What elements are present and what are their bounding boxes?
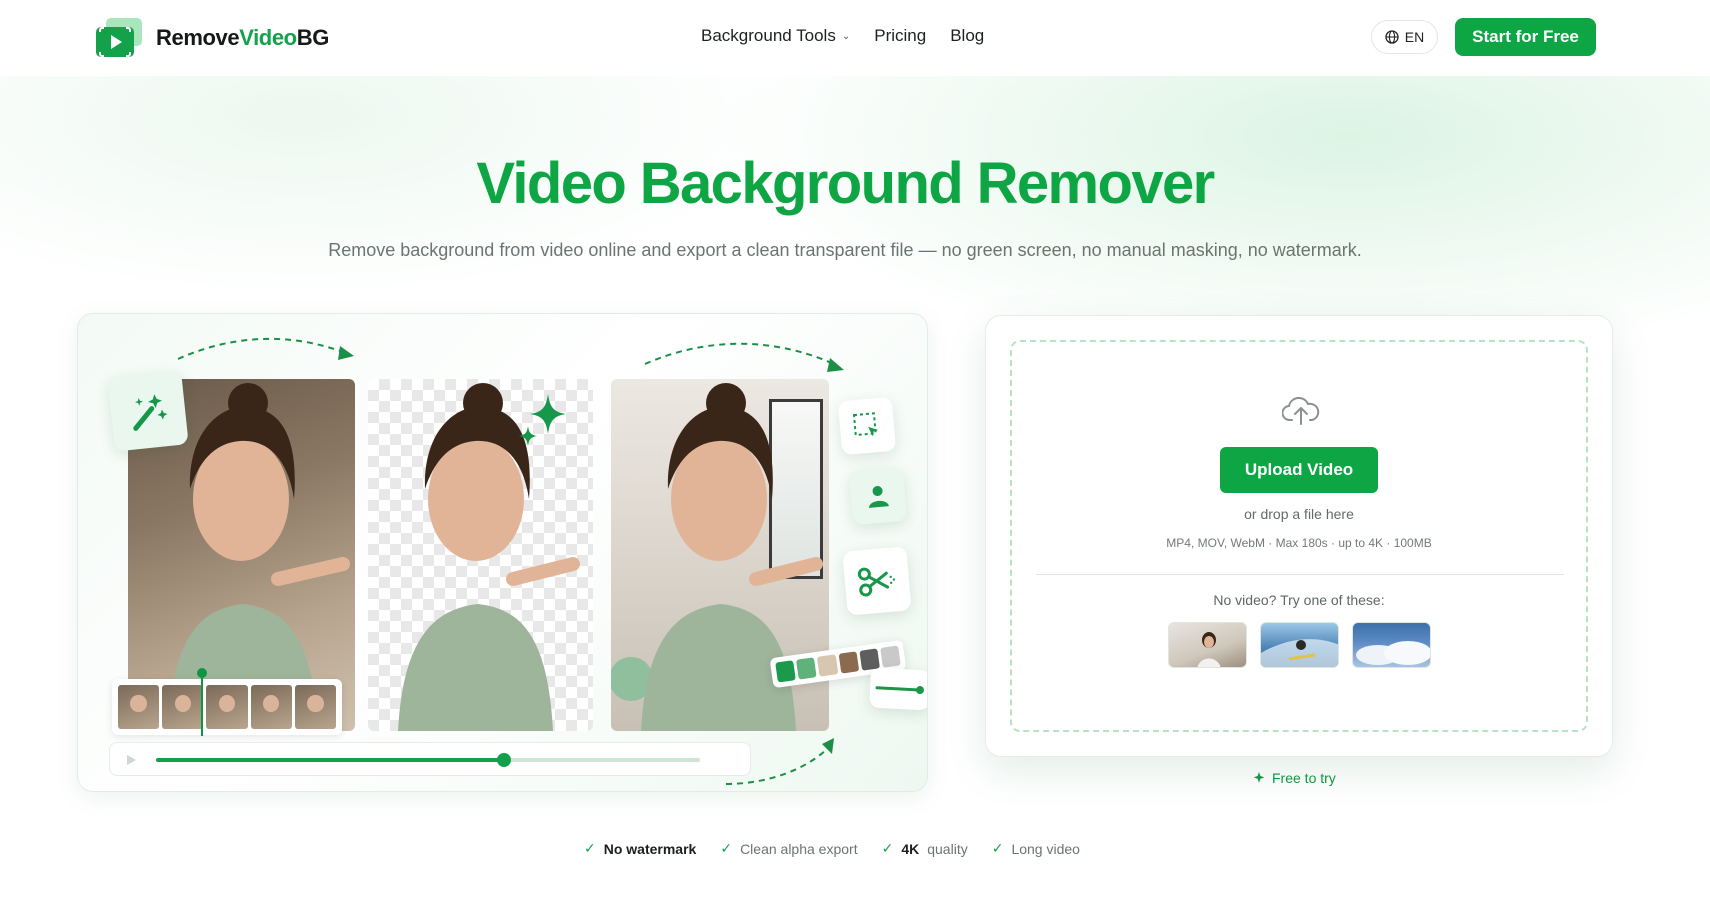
start-for-free-button[interactable]: Start for Free — [1455, 18, 1596, 56]
logo-video-icon — [96, 18, 146, 58]
brand-logo[interactable]: RemoveVideoBG — [96, 18, 329, 58]
feature-text: quality — [927, 840, 968, 857]
sample-video-clouds[interactable] — [1352, 622, 1431, 668]
samples-prompt: No video? Try one of these: — [1213, 592, 1385, 608]
page-title: Video Background Remover — [476, 151, 1215, 216]
file-dropzone[interactable]: Upload Video or drop a file here MP4, MO… — [1010, 340, 1588, 732]
select-region-icon — [852, 412, 879, 437]
upload-card: Upload Video or drop a file here MP4, MO… — [985, 315, 1613, 757]
nav-blog[interactable]: Blog — [950, 26, 984, 46]
person-badge — [848, 466, 908, 526]
language-selector[interactable]: EN — [1371, 20, 1438, 54]
drop-hint: or drop a file here — [1244, 506, 1354, 522]
main-nav: Background Tools ⌄ Pricing Blog — [701, 26, 984, 46]
nav-background-tools[interactable]: Background Tools ⌄ — [701, 26, 850, 46]
check-icon: ✓ — [720, 840, 733, 856]
timeline-knob — [496, 753, 511, 767]
feature-item: ✓ Clean alpha export — [720, 840, 857, 857]
playback-timeline — [109, 742, 751, 776]
playhead — [197, 668, 207, 736]
brand-name: RemoveVideoBG — [156, 25, 329, 50]
scissors-badge — [842, 546, 912, 616]
nav-pricing[interactable]: Pricing — [874, 26, 926, 46]
feature-bold: 4K — [901, 840, 920, 857]
feature-list: ✓ No watermark ✓ Clean alpha export ✓ 4K… — [584, 840, 1080, 857]
feature-item: ✓ Long video — [992, 840, 1080, 857]
feature-text: Clean alpha export — [740, 840, 858, 857]
slider-icon — [875, 686, 924, 695]
scissors-icon — [857, 567, 896, 597]
sparkle-small-icon — [1253, 772, 1265, 783]
sample-video-surfer[interactable] — [1260, 622, 1339, 668]
person-icon — [868, 486, 889, 508]
file-specs: MP4, MOV, WebM · Max 180s · up to 4K · 1… — [1166, 536, 1432, 550]
site-header: RemoveVideoBG Background Tools ⌄ Pricing… — [0, 0, 1710, 76]
globe-icon — [1385, 30, 1399, 44]
language-label: EN — [1404, 29, 1425, 45]
divider — [1036, 574, 1564, 575]
free-to-try-note: Free to try — [1252, 770, 1336, 786]
slider-badge — [868, 667, 927, 711]
check-icon: ✓ — [991, 840, 1004, 856]
sample-videos — [1168, 622, 1431, 668]
filmstrip — [112, 679, 342, 735]
check-icon: ✓ — [584, 840, 596, 856]
select-region-badge — [837, 396, 897, 456]
sample-video-woman[interactable] — [1168, 622, 1247, 668]
timeline-track — [156, 753, 700, 767]
feature-item: ✓ 4K quality — [882, 840, 968, 857]
check-icon: ✓ — [881, 840, 894, 856]
timeline-progress — [156, 758, 504, 762]
feature-bold: No watermark — [603, 840, 697, 857]
upload-video-button[interactable]: Upload Video — [1220, 447, 1378, 493]
feature-item: ✓ No watermark — [584, 840, 696, 857]
play-icon — [127, 755, 136, 765]
showcase-illustration — [77, 313, 928, 792]
magic-wand-badge — [107, 370, 189, 452]
free-to-try-label: Free to try — [1272, 770, 1336, 786]
cloud-upload-icon — [1282, 396, 1320, 425]
sparkle-icon — [519, 394, 566, 446]
feature-text: Long video — [1011, 840, 1080, 857]
chevron-down-icon: ⌄ — [841, 30, 851, 42]
page-subtitle: Remove background from video online and … — [328, 240, 1362, 260]
magic-wand-icon — [133, 394, 168, 431]
